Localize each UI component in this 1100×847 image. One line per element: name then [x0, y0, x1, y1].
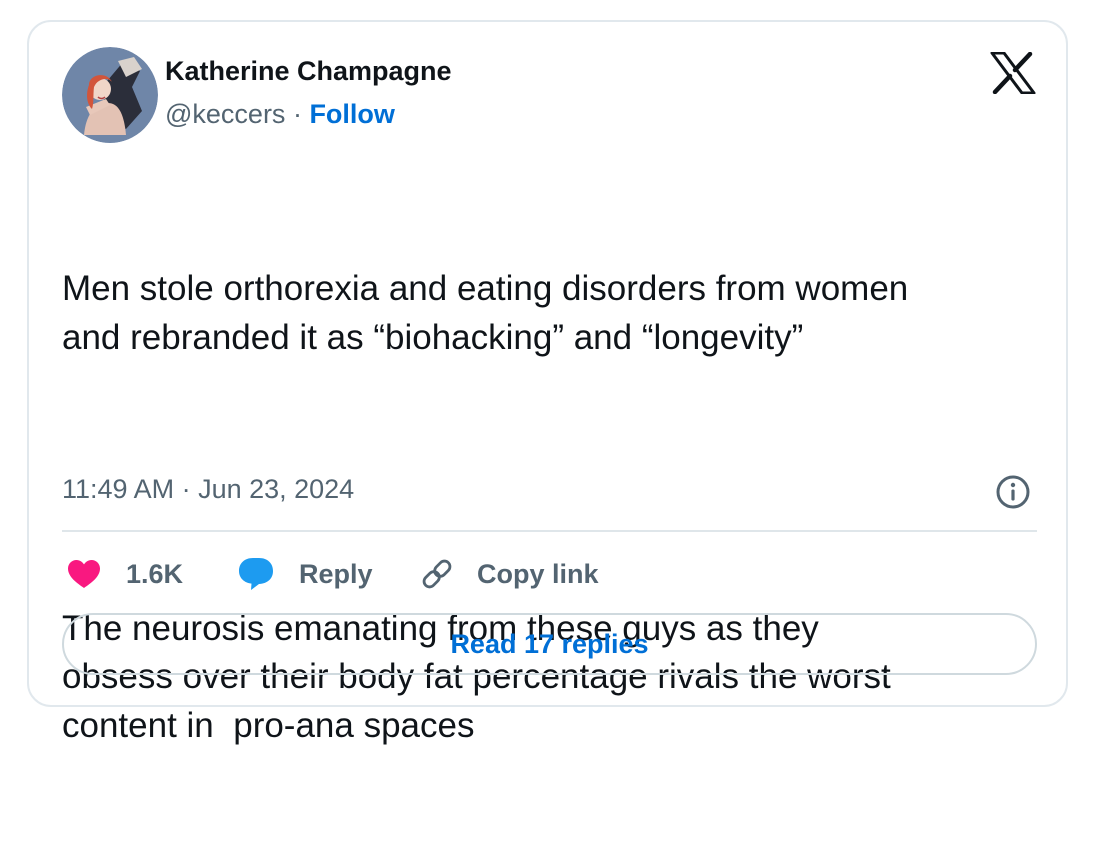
handle-separator: ·	[285, 99, 310, 129]
author-handle[interactable]: @keccers	[165, 99, 285, 129]
copy-link-button[interactable]: Copy link	[419, 552, 599, 596]
info-icon[interactable]	[995, 474, 1031, 510]
reply-button[interactable]: Reply	[237, 552, 373, 596]
like-count: 1.6K	[126, 558, 184, 589]
link-icon	[422, 559, 452, 589]
avatar[interactable]	[62, 47, 158, 143]
read-replies-button[interactable]: Read 17 replies	[62, 613, 1037, 675]
x-logo-icon[interactable]	[990, 51, 1036, 95]
copy-link-label: Copy link	[477, 558, 599, 589]
reply-label: Reply	[299, 558, 373, 589]
like-button[interactable]: 1.6K	[66, 552, 183, 596]
author-handle-line: @keccers · Follow	[165, 99, 395, 130]
tweet-timestamp[interactable]: 11:49 AM · Jun 23, 2024	[62, 474, 354, 505]
speech-bubble-icon	[239, 558, 273, 590]
tweet-text: Men stole orthorexia and eating disorder…	[62, 168, 1042, 847]
tweet-card: Katherine Champagne @keccers · Follow Me…	[27, 20, 1068, 745]
divider	[62, 530, 1037, 532]
follow-link[interactable]: Follow	[309, 99, 394, 129]
author-name[interactable]: Katherine Champagne	[165, 56, 452, 87]
heart-icon	[68, 560, 100, 588]
tweet-paragraph: Men stole orthorexia and eating disorder…	[62, 269, 909, 357]
